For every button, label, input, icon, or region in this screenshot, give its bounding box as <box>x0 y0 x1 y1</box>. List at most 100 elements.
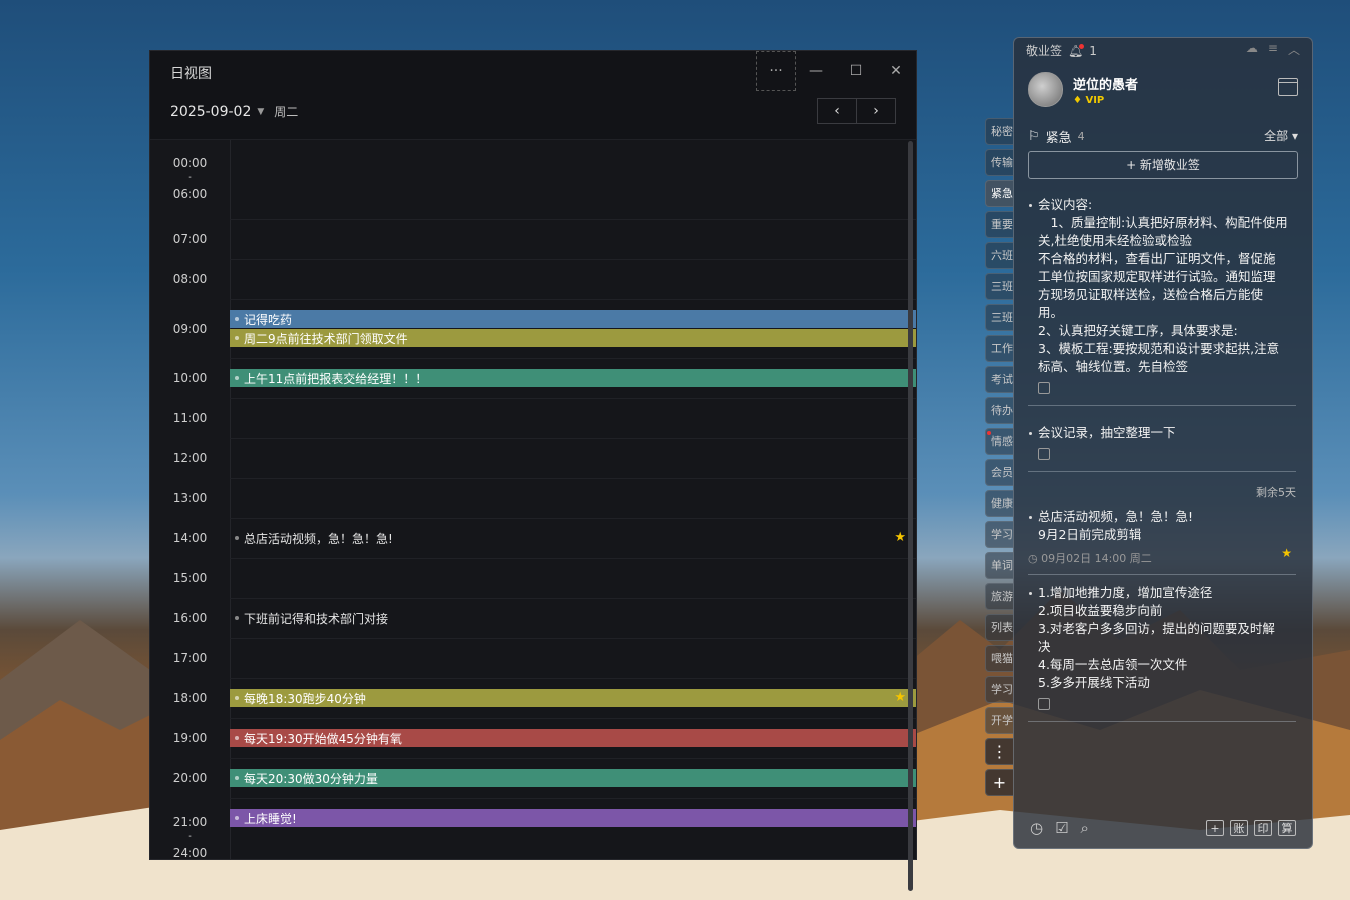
event-bar[interactable]: 每晚18:30跑步40分钟 ★ <box>230 689 916 707</box>
calculator-button[interactable]: 算 <box>1278 820 1296 836</box>
calendar-icon[interactable] <box>1278 78 1298 96</box>
time-label: 13:00 <box>172 491 208 505</box>
time-label: 12:00 <box>172 451 208 465</box>
category-tab[interactable]: 开学 <box>985 707 1013 734</box>
note-line: 决 <box>1038 639 1051 654</box>
add-icon[interactable]: + <box>1206 820 1224 836</box>
time-label: 11:00 <box>172 411 208 425</box>
event-bar[interactable]: 上床睡觉! <box>230 809 916 827</box>
category-tab[interactable]: 六班 <box>985 242 1013 269</box>
more-button[interactable]: ··· <box>756 51 796 91</box>
category-tab[interactable]: 重要 <box>985 211 1013 238</box>
user-info[interactable]: 逆位的愚者 ♦ VIP <box>1028 72 1138 107</box>
hour-line <box>230 259 916 260</box>
day-grid[interactable] <box>230 140 916 859</box>
event-bar[interactable]: 每天20:30做30分钟力量 <box>230 769 916 787</box>
hour-line <box>230 219 916 220</box>
username: 逆位的愚者 <box>1073 77 1139 93</box>
time-label: 08:00 <box>172 272 208 286</box>
category-tab[interactable]: 列表 <box>985 614 1013 641</box>
note-item[interactable]: 会议记录，抽空整理一下 <box>1028 424 1296 472</box>
category-tab[interactable]: 三班 <box>985 304 1013 331</box>
event-bar[interactable]: 下班前记得和技术部门对接 <box>230 609 916 627</box>
category-tab[interactable]: 工作 <box>985 335 1013 362</box>
note-line: 3.对老客户多多回访，提出的问题要及时解 <box>1038 621 1275 636</box>
checklist-icon[interactable]: ☑ <box>1055 819 1068 837</box>
category-tab[interactable]: 学习 <box>985 676 1013 703</box>
category-tab[interactable]: 喂猫 <box>985 645 1013 672</box>
note-line: 1、质量控制:认真把好原材料、构配件使用 <box>1038 215 1288 230</box>
category-tab[interactable]: 情感 <box>985 428 1013 455</box>
collapse-icon[interactable]: ︿ <box>1288 41 1300 58</box>
note-line: 工单位按国家规定取样进行试验。通知监理 <box>1038 269 1276 284</box>
category-tab[interactable]: 待办 <box>985 397 1013 424</box>
next-day-button[interactable]: › <box>856 99 895 123</box>
event-text: 总店活动视频，急！急！急! <box>244 531 393 546</box>
search-icon[interactable]: ⌕ <box>1081 819 1089 837</box>
date-text: 2025-09-02 <box>170 103 252 120</box>
time-label: 21:00 <box>172 815 208 829</box>
lock-icon <box>1038 698 1050 710</box>
date-picker[interactable]: 2025-09-02 ▼ 周二 <box>170 103 298 120</box>
hour-line <box>230 718 916 719</box>
note-line: 2.项目收益要稳步向前 <box>1038 603 1163 618</box>
category-name: 紧急 <box>1045 131 1072 146</box>
note-line: 标高、轴线位置。先自检签 <box>1038 359 1189 374</box>
event-text: 记得吃药 <box>244 312 293 327</box>
category-tabs: 秘密 传输 紧急 重要 六班 三班 三班 工作 考试 待办 情感 会员 健康 学… <box>985 118 1015 800</box>
category-tab[interactable]: 秘密 <box>985 118 1013 145</box>
clock-icon[interactable]: ◷ <box>1030 819 1043 837</box>
note-item[interactable]: 剩余5天 总店活动视频，急！急！急! 9月2日前完成剪辑 ◷ 09月02日 14… <box>1028 484 1296 575</box>
event-bar[interactable]: 周二9点前往技术部门领取文件 <box>230 329 916 347</box>
star-icon: ★ <box>1281 546 1292 560</box>
time-label: 15:00 <box>172 571 208 585</box>
close-button[interactable]: ✕ <box>876 51 916 91</box>
category-tab[interactable]: 会员 <box>985 459 1013 486</box>
minimize-button[interactable]: — <box>796 51 836 91</box>
maximize-button[interactable]: ☐ <box>836 51 876 91</box>
category-tab[interactable]: 健康 <box>985 490 1013 517</box>
date-nav: ‹ › <box>817 98 896 124</box>
cloud-sync-icon[interactable]: ☁ <box>1246 41 1258 58</box>
category-tab[interactable]: 三班 <box>985 273 1013 300</box>
scrollbar[interactable] <box>908 141 913 891</box>
avatar[interactable] <box>1028 72 1063 107</box>
time-label: 10:00 <box>172 371 208 385</box>
event-bar[interactable]: 记得吃药 <box>230 310 916 328</box>
weekday-text: 周二 <box>274 105 299 119</box>
category-tab[interactable]: 单词 <box>985 552 1013 579</box>
category-tab[interactable]: 学习 <box>985 521 1013 548</box>
event-bar[interactable]: 每天19:30开始做45分钟有氧 <box>230 729 916 747</box>
more-tabs-button[interactable]: ⋮ <box>985 738 1013 765</box>
event-bar[interactable]: 总店活动视频，急！急！急! ★ <box>230 529 916 547</box>
account-button[interactable]: 账 <box>1230 820 1248 836</box>
sticky-note-panel: 敬业签 🔔︎ 1 ☁ ≡ ︿ 逆位的愚者 ♦ VIP ⚐ 紧急 4 全部 ▾ +… <box>1013 37 1313 849</box>
add-note-button[interactable]: + 新增敬业签 <box>1028 151 1298 179</box>
filter-dropdown[interactable]: 全部 ▾ <box>1264 127 1298 144</box>
note-line: 2、认真把好关键工序，具体要求是: <box>1038 323 1238 338</box>
note-item[interactable]: 1.增加地推力度，增加宣传途径 2.项目收益要稳步向前 3.对老客户多多回访，提… <box>1028 584 1296 722</box>
menu-icon[interactable]: ≡ <box>1268 41 1278 58</box>
vip-label: VIP <box>1085 94 1105 106</box>
hour-line <box>230 638 916 639</box>
category-tab[interactable]: 考试 <box>985 366 1013 393</box>
hour-line <box>230 798 916 799</box>
event-bar[interactable]: 上午11点前把报表交给经理！！！ <box>230 369 916 387</box>
hour-line <box>230 558 916 559</box>
remaining-days: 剩余5天 <box>1256 486 1296 499</box>
category-tab[interactable]: 传输 <box>985 149 1013 176</box>
time-label: 20:00 <box>172 771 208 785</box>
event-text: 每晚18:30跑步40分钟 <box>244 691 366 706</box>
note-line: 关,杜绝使用未经检验或检验 <box>1038 233 1192 248</box>
category-tab[interactable]: 旅游 <box>985 583 1013 610</box>
bell-icon[interactable]: 🔔︎ <box>1068 43 1085 58</box>
prev-day-button[interactable]: ‹ <box>818 99 856 123</box>
category-tab-active[interactable]: 紧急 <box>985 180 1013 207</box>
print-button[interactable]: 印 <box>1254 820 1272 836</box>
event-text: 周二9点前往技术部门领取文件 <box>244 331 408 346</box>
note-item[interactable]: 会议内容: 1、质量控制:认真把好原材料、构配件使用 关,杜绝使用未经检验或检验… <box>1028 196 1296 406</box>
add-tab-button[interactable]: + <box>985 769 1013 796</box>
hour-line <box>230 678 916 679</box>
flag-icon: ⚐ <box>1028 129 1040 144</box>
app-name: 敬业签 <box>1026 44 1063 58</box>
